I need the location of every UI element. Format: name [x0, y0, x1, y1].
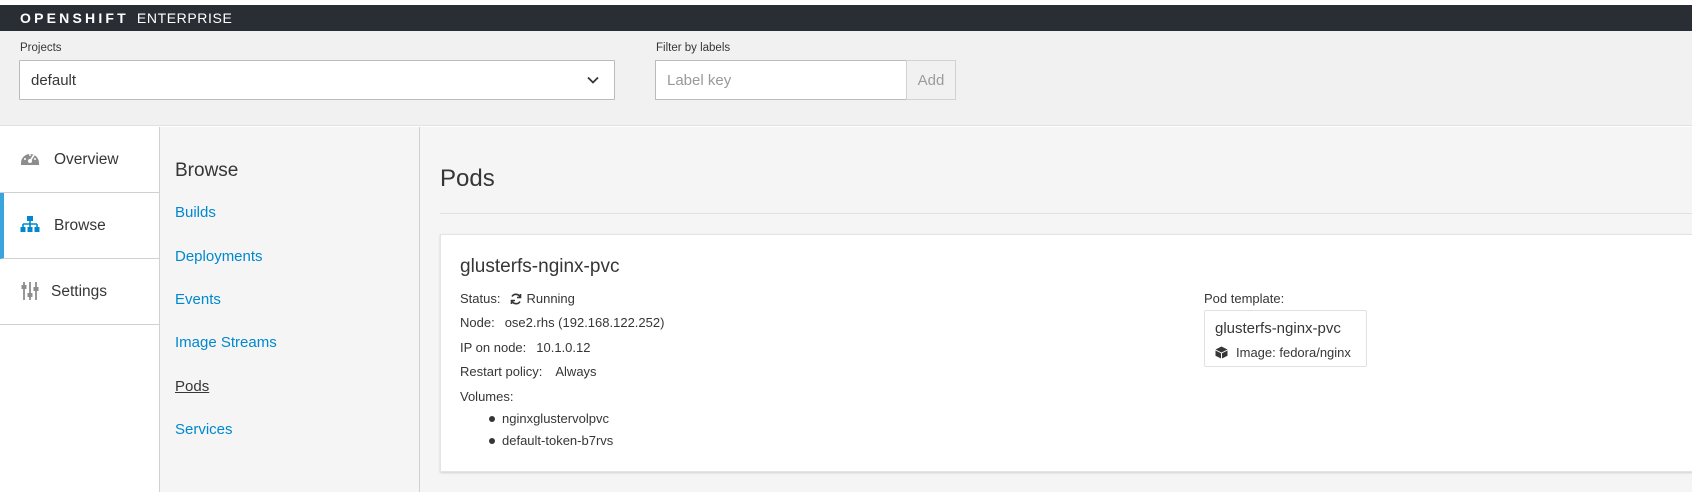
browse-submenu: Browse Builds Deployments Events Image S… — [160, 127, 420, 492]
browse-title: Browse — [175, 160, 239, 181]
browse-link-events[interactable]: Events — [175, 291, 221, 308]
volume-item: default-token-b7rvs — [489, 433, 613, 448]
pod-template-image: Image: fedora/nginx — [1215, 345, 1351, 360]
pod-name[interactable]: glusterfs-nginx-pvc — [460, 256, 619, 278]
pod-restart-row: Restart policy: Always — [460, 364, 597, 379]
browse-link-services[interactable]: Services — [175, 421, 233, 438]
brand-logo[interactable]: OPENSHIFT — [20, 10, 129, 26]
status-value: Running — [526, 291, 575, 306]
ip-key: IP on node: — [460, 340, 527, 355]
status-key: Status: — [460, 291, 501, 306]
chevron-down-icon — [587, 76, 599, 84]
nav-item-overview[interactable]: Overview — [0, 127, 159, 193]
restart-key: Restart policy: — [460, 364, 543, 379]
bullet-icon — [489, 437, 495, 444]
sitemap-icon — [20, 216, 40, 232]
filter-label: Filter by labels — [656, 42, 731, 54]
main-content: Pods glusterfs-nginx-pvc Status: Running… — [420, 127, 1692, 492]
brand-edition: ENTERPRISE — [136, 10, 233, 26]
nav-item-label: Overview — [54, 150, 119, 168]
bullet-icon — [489, 415, 495, 422]
dashboard-icon — [21, 154, 39, 165]
nav-item-label: Browse — [54, 216, 106, 234]
project-select-value: default — [31, 71, 77, 89]
add-filter-label: Add — [917, 71, 945, 89]
title-divider — [440, 213, 1692, 214]
masthead: OPENSHIFT ENTERPRISE — [0, 5, 1692, 31]
ip-value: 10.1.0.12 — [536, 340, 591, 355]
volume-name: default-token-b7rvs — [502, 433, 614, 448]
sliders-icon — [21, 282, 39, 300]
label-key-input[interactable]: Label key — [655, 60, 907, 100]
volumes-key: Volumes: — [460, 389, 514, 404]
cube-icon — [1215, 346, 1228, 359]
volume-name: nginxglustervolpvc — [502, 411, 609, 426]
nav-item-browse[interactable]: Browse — [0, 193, 159, 259]
add-filter-button[interactable]: Add — [906, 60, 956, 100]
project-select[interactable]: default — [19, 60, 615, 100]
browse-link-builds[interactable]: Builds — [175, 204, 216, 221]
pod-volumes-row: Volumes: — [460, 389, 513, 404]
pod-template-image-text: Image: fedora/nginx — [1236, 345, 1351, 360]
nav-item-label: Settings — [51, 282, 108, 300]
label-key-placeholder: Label key — [667, 71, 732, 89]
sync-icon — [511, 293, 522, 304]
volume-item: nginxglustervolpvc — [489, 411, 609, 426]
pod-status-row: Status: Running — [460, 291, 575, 306]
projects-label: Projects — [20, 42, 62, 54]
pod-template-box: glusterfs-nginx-pvc Image: fedora/nginx — [1204, 310, 1367, 367]
pod-template-name: glusterfs-nginx-pvc — [1215, 320, 1341, 337]
node-value: ose2.rhs (192.168.122.252) — [504, 315, 665, 330]
pod-node-row: Node: ose2.rhs (192.168.122.252) — [460, 315, 664, 330]
browse-link-image-streams[interactable]: Image Streams — [175, 334, 277, 351]
node-key: Node: — [460, 315, 495, 330]
pod-template-label: Pod template: — [1204, 291, 1285, 306]
restart-value: Always — [555, 364, 597, 379]
pod-card: glusterfs-nginx-pvc Status: Running Node… — [440, 234, 1692, 472]
browse-link-deployments[interactable]: Deployments — [175, 248, 263, 265]
pod-ip-row: IP on node: 10.1.0.12 — [460, 340, 590, 355]
nav-item-settings[interactable]: Settings — [0, 259, 159, 325]
page-title: Pods — [440, 165, 495, 192]
primary-nav: Overview Browse Settings — [0, 127, 160, 492]
browse-link-pods[interactable]: Pods — [175, 378, 209, 395]
